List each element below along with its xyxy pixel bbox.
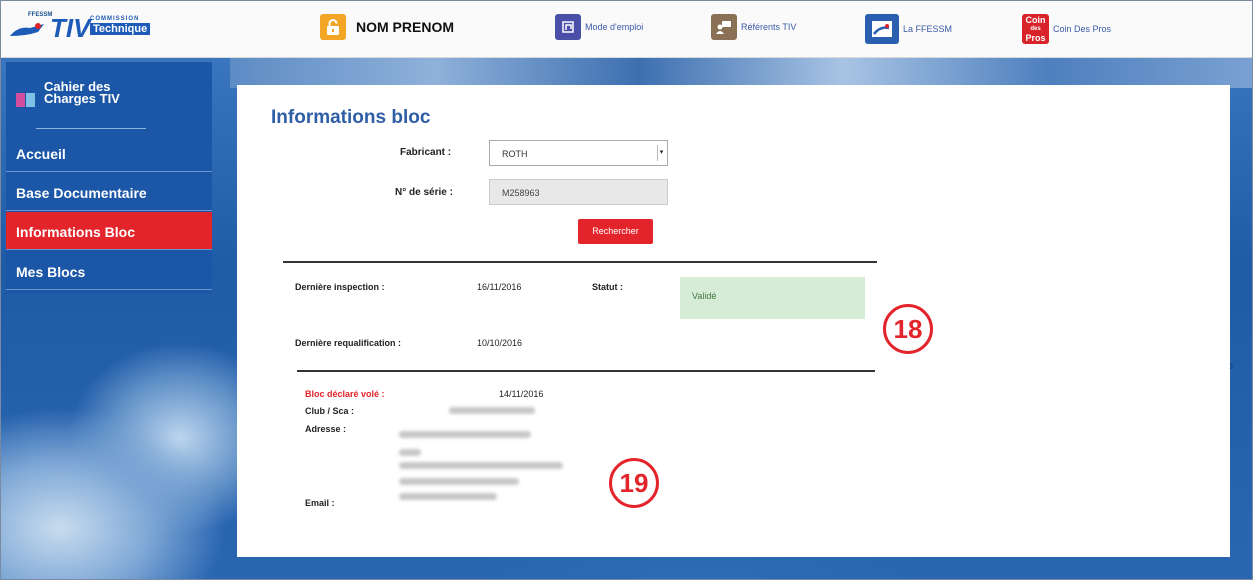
- screenshot-frame: [0, 0, 1253, 580]
